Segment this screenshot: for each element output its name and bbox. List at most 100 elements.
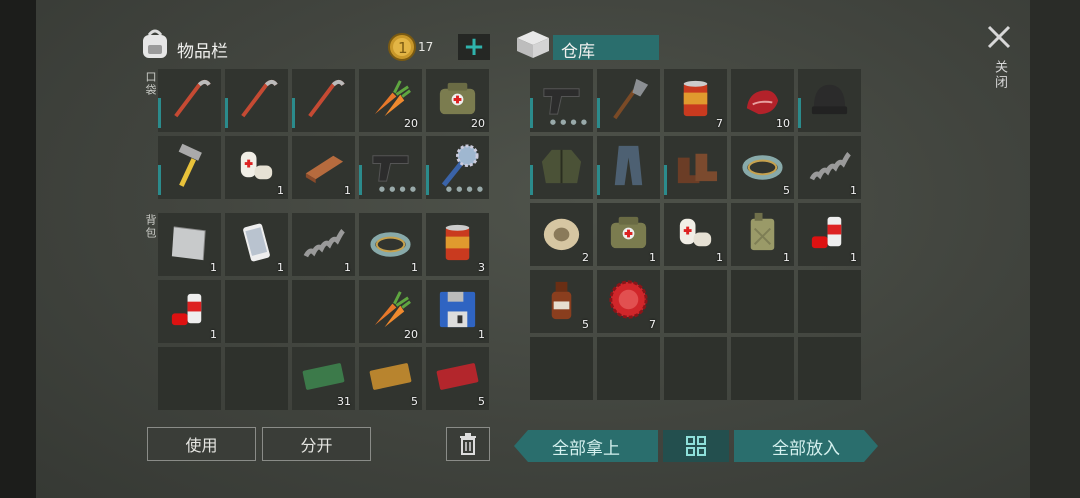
food-can-icon [672,75,719,122]
backpack-slot[interactable] [225,280,288,343]
spray-can-icon [166,286,213,333]
backpack-slot[interactable]: 5 [426,347,489,410]
storage-slot[interactable] [798,337,861,400]
storage-slot[interactable]: 7 [597,270,660,333]
pocket-slot[interactable]: 1 [292,136,355,199]
storage-slot[interactable]: ● ● ● ● [530,69,593,132]
storage-slot[interactable] [798,270,861,333]
jerrycan-icon [739,209,786,256]
storage-slot[interactable] [731,337,794,400]
metal-sheet-icon [166,219,213,266]
backpack-slot[interactable]: 1 [225,213,288,276]
crowbar-icon [166,75,213,122]
split-button[interactable]: 分开 [262,427,371,461]
pocket-slot[interactable] [158,69,221,132]
storage-slot[interactable] [597,69,660,132]
first-aid-bag-icon [434,75,481,122]
storage-slot[interactable] [664,337,727,400]
durability-bar [225,98,228,128]
boots-icon [672,142,719,189]
storage-slot[interactable]: 1 [798,203,861,266]
pocket-slot[interactable]: ● ● ● ● [426,136,489,199]
pocket-slot[interactable]: 20 [359,69,422,132]
ammo-dots: ● ● ● ● [549,118,588,126]
item-count: 20 [404,117,418,130]
ration-coupon-icon [300,353,347,400]
pocket-label: 口袋 [144,71,157,97]
take-all-button[interactable]: 全部拿上 [514,430,658,462]
item-count: 1 [210,261,217,274]
storage-slot[interactable] [597,337,660,400]
backpack-slot[interactable]: 1 [359,213,422,276]
durability-bar [158,165,161,195]
storage-slot[interactable]: 1 [731,203,794,266]
backpack-slot[interactable] [225,347,288,410]
item-count: 1 [210,328,217,341]
durability-bar [158,98,161,128]
spray-can-icon [806,209,853,256]
storage-slot[interactable]: 1 [798,136,861,199]
ammo-coupon-icon [367,353,414,400]
storage-slot[interactable]: 10 [731,69,794,132]
add-coins-button[interactable]: + [458,32,490,62]
durability-bar [597,165,600,195]
use-button[interactable]: 使用 [147,427,256,461]
backpack-slot[interactable]: 1 [426,280,489,343]
backpack-slot[interactable]: 5 [359,347,422,410]
backpack-slot[interactable]: 20 [359,280,422,343]
storage-title-bar: 仓库 [553,35,659,62]
storage-slot[interactable]: 7 [664,69,727,132]
coin-icon: 1 [388,33,416,61]
coin-count: 17 [418,40,434,54]
storage-slot[interactable] [731,270,794,333]
first-aid-bag-icon [605,209,652,256]
storage-slot[interactable] [530,337,593,400]
item-count: 1 [478,328,485,341]
pocket-slot[interactable]: 20 [426,69,489,132]
storage-slot[interactable]: 1 [597,203,660,266]
durability-bar [426,165,429,195]
backpack-slot[interactable] [158,347,221,410]
ammo-dots: ● ● ● ● [378,185,417,193]
pocket-slot[interactable] [158,136,221,199]
backpack-slot[interactable]: 1 [158,213,221,276]
storage-slot[interactable] [530,136,593,199]
storage-slot[interactable]: 2 [530,203,593,266]
smartphone-icon [233,219,280,266]
sort-button[interactable] [663,430,729,462]
ammo-dots: ● ● ● ● [445,185,484,193]
item-count: 31 [337,395,351,408]
storage-slot[interactable] [798,69,861,132]
storage-slot[interactable]: 5 [731,136,794,199]
backpack-slot[interactable] [292,280,355,343]
svg-text:1: 1 [398,39,408,57]
carrot-icon [367,286,414,333]
pocket-slot[interactable]: ● ● ● ● [359,136,422,199]
storage-scroll-area[interactable]: ● ● ● ● 7 10 5 1 2 1 1 1 1 5 7 [530,69,863,410]
storage-slot[interactable]: 1 [664,203,727,266]
trash-button[interactable] [446,427,490,461]
pocket-slot[interactable] [292,69,355,132]
spring-icon [300,219,347,266]
put-all-button[interactable]: 全部放入 [734,430,878,462]
combat-gear-coupon-icon [434,353,481,400]
backpack-slot[interactable]: 1 [158,280,221,343]
pocket-slot[interactable]: 1 [225,136,288,199]
item-count: 1 [344,184,351,197]
storage-slot[interactable] [664,270,727,333]
durability-bar [530,165,533,195]
storage-slot[interactable] [664,136,727,199]
close-button[interactable] [984,22,1014,52]
item-count: 5 [478,395,485,408]
item-count: 1 [344,261,351,274]
wire-coil-icon [367,219,414,266]
food-can-icon [434,219,481,266]
backpack-slot[interactable]: 3 [426,213,489,276]
backpack-slot[interactable]: 1 [292,213,355,276]
backpack-slot[interactable]: 31 [292,347,355,410]
bottle-cap-icon [605,276,652,323]
storage-slot[interactable] [597,136,660,199]
storage-slot[interactable]: 5 [530,270,593,333]
pocket-slot[interactable] [225,69,288,132]
item-count: 1 [277,261,284,274]
